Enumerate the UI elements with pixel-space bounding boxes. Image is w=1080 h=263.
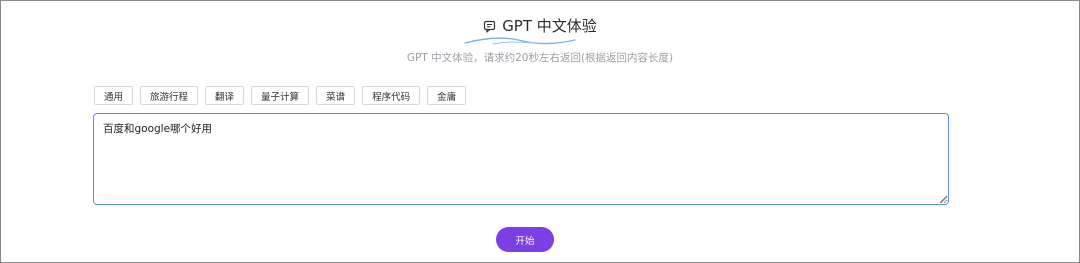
chat-bubble-icon	[483, 20, 496, 33]
chip-quantum-computing[interactable]: 量子计算	[251, 86, 310, 105]
chip-jin-yong[interactable]: 金庸	[427, 86, 467, 105]
preset-chips: 通用 旅游行程 翻译 量子计算 菜谱 程序代码 金庸	[94, 86, 467, 105]
chip-translate[interactable]: 翻译	[205, 86, 245, 105]
chip-recipe[interactable]: 菜谱	[316, 86, 356, 105]
chip-general[interactable]: 通用	[94, 86, 134, 105]
chip-program-code[interactable]: 程序代码	[362, 86, 421, 105]
title-underline-decoration	[464, 37, 576, 45]
page-subtitle: GPT 中文体验，请求约20秒左右返回(根据返回内容长度)	[406, 52, 674, 64]
page-title-row: GPT 中文体验	[483, 15, 597, 37]
page-title: GPT 中文体验	[502, 17, 597, 35]
prompt-input[interactable]: 百度和google哪个好用	[93, 113, 949, 205]
start-button[interactable]: 开始	[496, 227, 554, 252]
chip-travel-itinerary[interactable]: 旅游行程	[140, 86, 199, 105]
app-window: GPT 中文体验 GPT 中文体验，请求约20秒左右返回(根据返回内容长度) 通…	[0, 0, 1080, 263]
header: GPT 中文体验	[1, 15, 1079, 37]
